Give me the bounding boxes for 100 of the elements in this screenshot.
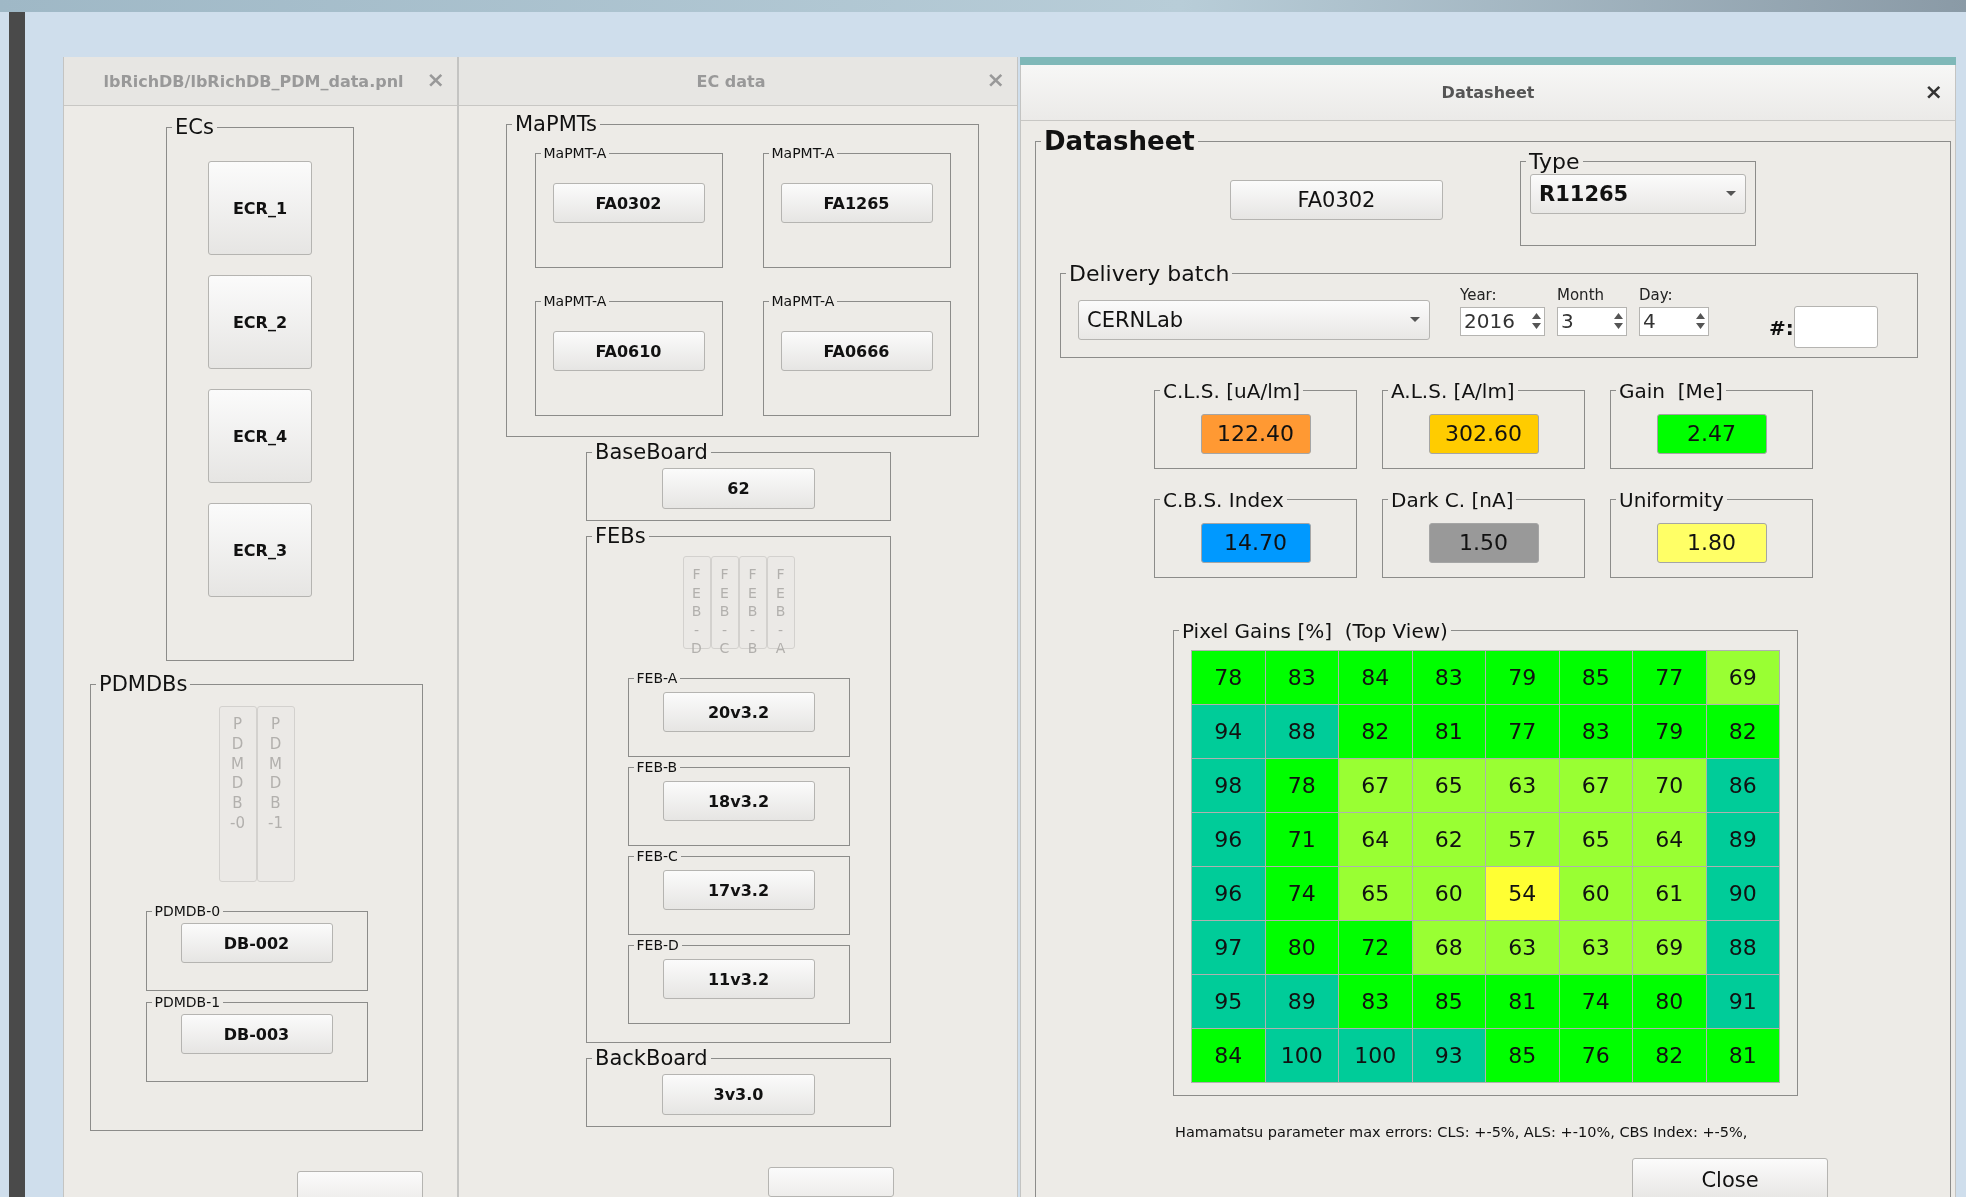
window-title: Datasheet <box>1441 83 1535 102</box>
gain-cell: 89 <box>1265 974 1338 1028</box>
gain-cell: 79 <box>1486 650 1559 704</box>
gain-cell: 67 <box>1339 758 1412 812</box>
value-display: 1.50 <box>1428 522 1539 563</box>
gain-cell: 57 <box>1486 812 1559 866</box>
date-spinner[interactable]: 4 <box>1639 306 1709 336</box>
serial-button[interactable]: FA0302 <box>1230 179 1443 220</box>
gain-cell: 89 <box>1706 812 1779 866</box>
group-title: MaPMTs <box>514 113 599 137</box>
value-display: 2.47 <box>1656 413 1767 454</box>
gain-cell: 76 <box>1559 1028 1632 1082</box>
field-label: #: <box>1769 315 1794 340</box>
gain-cell: 63 <box>1559 920 1632 974</box>
group-title: Datasheet <box>1043 127 1196 156</box>
group-title: A.L.S. [A/lm] <box>1390 379 1516 402</box>
batch-dropdown[interactable]: CERNLab <box>1078 299 1430 340</box>
close-icon[interactable]: × <box>1924 78 1943 104</box>
gain-cell: 85 <box>1486 1028 1559 1082</box>
value-button[interactable]: FA0302 <box>552 183 705 224</box>
close-button[interactable]: Close <box>1632 1157 1828 1197</box>
group-title: PDMDB-0 <box>153 904 222 920</box>
type-dropdown[interactable]: R11265 <box>1530 173 1746 214</box>
field-label: Day: <box>1639 285 1674 304</box>
value-button[interactable]: FA0610 <box>552 331 705 372</box>
gain-cell: 88 <box>1706 920 1779 974</box>
gain-cell: 82 <box>1633 1028 1706 1082</box>
value-button[interactable]: 18v3.2 <box>662 781 815 822</box>
gain-cell: 60 <box>1559 866 1632 920</box>
gain-cell: 68 <box>1412 920 1485 974</box>
value-button[interactable]: 17v3.2 <box>662 870 815 911</box>
gain-cell: 85 <box>1559 650 1632 704</box>
gain-cell: 74 <box>1265 866 1338 920</box>
group-title: MaPMT-A <box>542 294 608 310</box>
value-button[interactable]: 3v3.0 <box>662 1074 815 1116</box>
group-title: FEB-C <box>635 849 679 865</box>
gain-cell: 91 <box>1706 974 1779 1028</box>
gain-cell: 93 <box>1412 1028 1485 1082</box>
gain-cell: 80 <box>1633 974 1706 1028</box>
gain-cell: 83 <box>1559 704 1632 758</box>
group-title: Type <box>1528 149 1581 174</box>
date-spinner[interactable]: 3 <box>1557 306 1627 336</box>
value-button[interactable]: 20v3.2 <box>662 692 815 733</box>
gain-cell: 62 <box>1412 812 1485 866</box>
gain-cell: 64 <box>1633 812 1706 866</box>
gain-cell: 81 <box>1706 1028 1779 1082</box>
number-field[interactable] <box>1793 305 1878 348</box>
ec-button[interactable]: ECR_4 <box>208 389 312 484</box>
group-title: Dark C. [nA] <box>1390 488 1515 511</box>
group-title: Gain [Me] <box>1618 379 1724 402</box>
group-title: FEBs <box>594 525 647 549</box>
value-display: 302.60 <box>1428 413 1539 454</box>
group-title: FEB-D <box>635 938 680 954</box>
gain-cell: 71 <box>1265 812 1338 866</box>
gain-cell: 67 <box>1559 758 1632 812</box>
gain-cell: 78 <box>1192 650 1265 704</box>
ec-button[interactable]: ECR_2 <box>208 275 312 370</box>
gain-cell: 74 <box>1559 974 1632 1028</box>
gain-cell: 65 <box>1339 866 1412 920</box>
date-spinner[interactable]: 2016 <box>1460 306 1545 336</box>
gain-cell: 77 <box>1486 704 1559 758</box>
gain-cell: 72 <box>1339 920 1412 974</box>
group-title: ECs <box>174 116 215 140</box>
gain-cell: 82 <box>1339 704 1412 758</box>
gain-cell: 82 <box>1706 704 1779 758</box>
gain-cell: 97 <box>1192 920 1265 974</box>
ec-button[interactable]: ECR_3 <box>208 503 312 598</box>
group-title: C.L.S. [uA/lm] <box>1162 379 1301 402</box>
ec-button[interactable]: ECR_1 <box>208 161 312 256</box>
group-title: BackBoard <box>594 1047 709 1071</box>
gain-cell: 94 <box>1192 704 1265 758</box>
gain-cell: 96 <box>1192 812 1265 866</box>
group-title: PDMDBs <box>98 673 189 697</box>
group-title: Delivery batch <box>1068 261 1231 286</box>
value-button[interactable]: FA1265 <box>780 183 933 224</box>
gain-cell: 90 <box>1706 866 1779 920</box>
gain-cell: 81 <box>1412 704 1485 758</box>
gain-cell: 77 <box>1633 650 1706 704</box>
gain-cell: 95 <box>1192 974 1265 1028</box>
gain-cell: 61 <box>1633 866 1706 920</box>
caret-icon <box>1409 316 1421 324</box>
group-title: MaPMT-A <box>542 146 608 162</box>
value-button[interactable]: 62 <box>662 468 815 510</box>
gain-cell: 54 <box>1486 866 1559 920</box>
field-label: Month <box>1557 285 1605 304</box>
group-title: FEB-B <box>635 760 679 776</box>
value-button[interactable]: 11v3.2 <box>662 959 815 1000</box>
gain-cell: 81 <box>1486 974 1559 1028</box>
value-button[interactable]: DB-003 <box>180 1014 333 1055</box>
gain-cell: 85 <box>1412 974 1485 1028</box>
window-title: lbRichDB/lbRichDB_PDM_data.pnl <box>103 71 404 91</box>
value-button[interactable]: DB-002 <box>180 923 333 964</box>
gain-cell: 100 <box>1339 1028 1412 1082</box>
group-title: MaPMT-A <box>770 146 836 162</box>
gain-cell: 69 <box>1633 920 1706 974</box>
group-title: BaseBoard <box>594 441 709 465</box>
group-title: Uniformity <box>1618 488 1725 511</box>
gain-cell: 70 <box>1633 758 1706 812</box>
caret-icon <box>1725 190 1737 198</box>
value-button[interactable]: FA0666 <box>780 331 933 372</box>
